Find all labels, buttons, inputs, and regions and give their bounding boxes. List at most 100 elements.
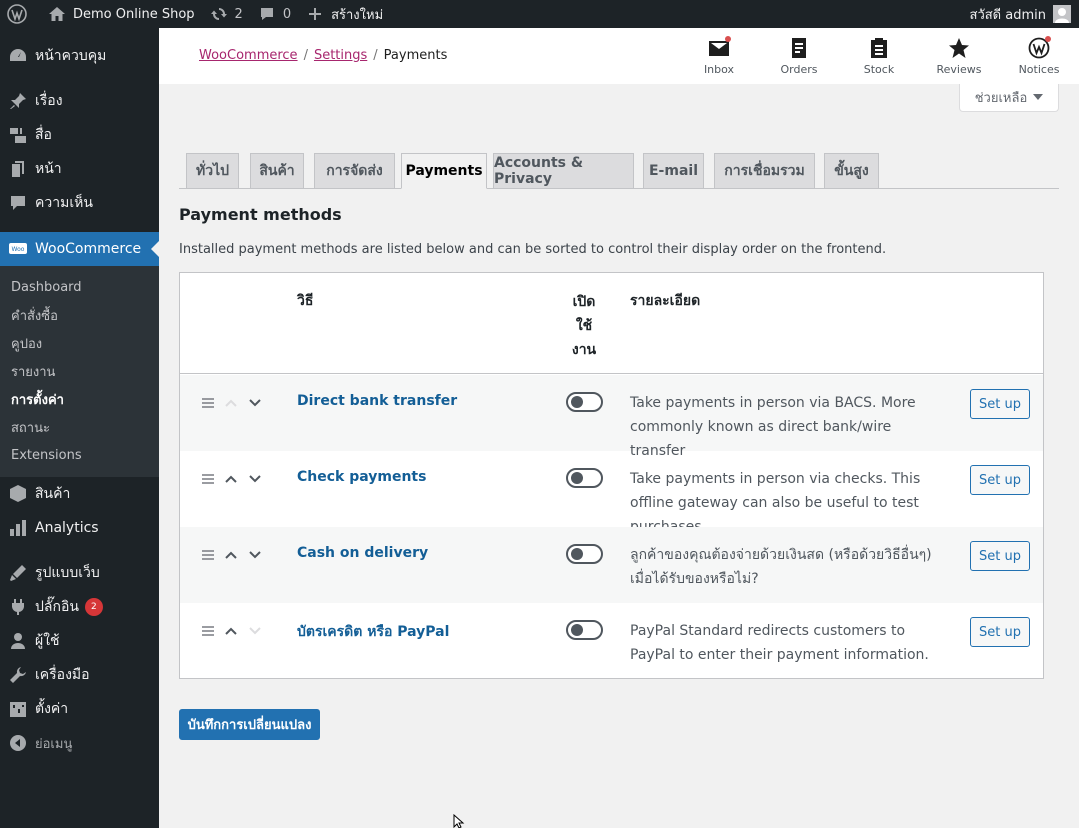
table-header: วิธี เปิด ใช้ งาน รายละเอียด xyxy=(180,273,1043,374)
toggle-knob xyxy=(571,472,583,484)
payment-method-link[interactable]: บัตรเครดิต หรือ PayPal xyxy=(297,621,449,643)
move-up-icon[interactable] xyxy=(223,623,239,639)
enable-toggle[interactable] xyxy=(566,468,603,488)
tab-payments[interactable]: Payments xyxy=(401,153,487,189)
enable-toggle[interactable] xyxy=(566,544,603,564)
site-name: Demo Online Shop xyxy=(73,6,195,22)
submenu-item-coupons[interactable]: คูปอง xyxy=(0,329,159,357)
my-account-menu[interactable]: สวัสดี admin xyxy=(970,4,1079,25)
sidebar-item-pages[interactable]: หน้า xyxy=(0,152,159,186)
new-content-link[interactable]: สร้างใหม่ xyxy=(298,0,390,28)
sidebar-item-label: รูปแบบเว็บ xyxy=(35,565,100,581)
star-icon xyxy=(947,36,971,60)
sidebar-item-label: หน้า xyxy=(35,161,62,177)
set-up-button[interactable]: Set up xyxy=(970,389,1030,419)
sidebar-item-settings[interactable]: ตั้งค่า xyxy=(0,692,159,726)
drag-handle-icon[interactable] xyxy=(201,397,215,409)
payment-method-link[interactable]: Direct bank transfer xyxy=(297,393,457,409)
collapse-menu-button[interactable]: ย่อเมนู xyxy=(0,726,159,760)
mouse-cursor-icon xyxy=(453,813,465,828)
move-up-icon[interactable] xyxy=(223,395,239,411)
drag-handle-icon[interactable] xyxy=(201,549,215,561)
submenu-item-dashboard[interactable]: Dashboard xyxy=(0,273,159,301)
move-down-icon[interactable] xyxy=(247,547,263,563)
tab-accounts-privacy[interactable]: Accounts & Privacy xyxy=(493,153,634,189)
set-up-button[interactable]: Set up xyxy=(970,465,1030,495)
set-up-button[interactable]: Set up xyxy=(970,617,1030,647)
comment-icon xyxy=(8,193,28,213)
move-down-icon[interactable] xyxy=(247,471,263,487)
tab-general[interactable]: ทั่วไป xyxy=(186,153,239,189)
submenu-item-extensions[interactable]: Extensions xyxy=(0,441,159,469)
sidebar-item-comments[interactable]: ความเห็น xyxy=(0,186,159,220)
breadcrumb-woocommerce[interactable]: WooCommerce xyxy=(199,48,298,63)
site-name-link[interactable]: Demo Online Shop xyxy=(40,0,202,28)
help-button[interactable]: ช่วยเหลือ xyxy=(959,84,1059,112)
activity-label: Orders xyxy=(780,63,818,76)
enable-toggle[interactable] xyxy=(566,620,603,640)
tab-advanced[interactable]: ขั้นสูง xyxy=(824,153,879,189)
move-down-icon[interactable] xyxy=(247,395,263,411)
drag-handle-icon[interactable] xyxy=(201,625,215,637)
sidebar-item-label: WooCommerce xyxy=(35,241,142,257)
sidebar-item-posts[interactable]: เรื่อง xyxy=(0,84,159,118)
submenu-item-reports[interactable]: รายงาน xyxy=(0,357,159,385)
page-icon xyxy=(8,159,28,179)
move-down-icon[interactable] xyxy=(247,623,263,639)
table-row: Cash on delivery ลูกค้าของคุณต้องจ่ายด้ว… xyxy=(180,527,1043,603)
tab-shipping[interactable]: การจัดส่ง xyxy=(314,153,395,189)
payment-method-link[interactable]: Check payments xyxy=(297,469,426,485)
comments-link[interactable]: 0 xyxy=(250,0,298,28)
product-icon xyxy=(8,484,28,504)
tab-products[interactable]: สินค้า xyxy=(250,153,304,189)
payment-method-link[interactable]: Cash on delivery xyxy=(297,545,428,561)
woocommerce-submenu: Dashboard คำสั่งซื้อ คูปอง รายงาน การตั้… xyxy=(0,266,159,477)
sidebar-item-media[interactable]: สื่อ xyxy=(0,118,159,152)
activity-reviews[interactable]: Reviews xyxy=(919,36,999,80)
sidebar-item-appearance[interactable]: รูปแบบเว็บ xyxy=(0,556,159,590)
set-up-button[interactable]: Set up xyxy=(970,541,1030,571)
activity-notices[interactable]: Notices xyxy=(999,36,1079,80)
toggle-knob xyxy=(571,396,583,408)
save-changes-button[interactable]: บันทึกการเปลี่ยนแปลง xyxy=(179,709,320,740)
sidebar-item-woocommerce[interactable]: Woo WooCommerce xyxy=(0,232,159,266)
column-header-method: วิธี xyxy=(297,293,314,309)
toggle-knob xyxy=(571,624,583,636)
tab-integration[interactable]: การเชื่อมรวม xyxy=(714,153,815,189)
breadcrumb-settings[interactable]: Settings xyxy=(314,48,367,63)
drag-handle-icon[interactable] xyxy=(201,473,215,485)
sidebar-item-users[interactable]: ผู้ใช้ xyxy=(0,624,159,658)
submenu-item-status[interactable]: สถานะ xyxy=(0,413,159,441)
submenu-item-orders[interactable]: คำสั่งซื้อ xyxy=(0,301,159,329)
notification-dot xyxy=(725,36,731,42)
tab-email[interactable]: E-mail xyxy=(643,153,704,189)
pin-icon xyxy=(8,91,28,111)
plugin-icon xyxy=(8,597,28,617)
updates-count: 2 xyxy=(234,6,243,22)
breadcrumb-current: Payments xyxy=(383,48,448,63)
avatar xyxy=(1053,5,1071,23)
media-icon xyxy=(8,125,28,145)
sidebar-item-dashboard[interactable]: หน้าควบคุม xyxy=(0,39,159,73)
sidebar-item-tools[interactable]: เครื่องมือ xyxy=(0,658,159,692)
move-up-icon[interactable] xyxy=(223,471,239,487)
move-up-icon[interactable] xyxy=(223,547,239,563)
tools-icon xyxy=(8,665,28,685)
sidebar-item-plugins[interactable]: ปลั๊กอิน 2 xyxy=(0,590,159,624)
submenu-item-settings[interactable]: การตั้งค่า xyxy=(0,385,159,413)
inbox-icon xyxy=(707,36,731,60)
updates-link[interactable]: 2 xyxy=(202,0,250,28)
admin-bar: Demo Online Shop 2 0 สร้างใหม่ สวัสดี ad… xyxy=(0,0,1079,28)
sidebar-item-label: สินค้า xyxy=(35,486,71,502)
activity-orders[interactable]: Orders xyxy=(759,36,839,80)
enable-toggle[interactable] xyxy=(566,392,603,412)
activity-inbox[interactable]: Inbox xyxy=(679,36,759,80)
table-row: Check payments Take payments in person v… xyxy=(180,451,1043,535)
wordpress-logo-menu[interactable] xyxy=(0,0,40,28)
activity-stock[interactable]: Stock xyxy=(839,36,919,80)
sidebar-item-products[interactable]: สินค้า xyxy=(0,477,159,511)
user-icon xyxy=(8,631,28,651)
sidebar-item-analytics[interactable]: Analytics xyxy=(0,511,159,545)
plus-icon xyxy=(305,4,325,24)
admin-sidebar: หน้าควบคุม เรื่อง สื่อ หน้า ความเห็น Woo… xyxy=(0,28,159,828)
